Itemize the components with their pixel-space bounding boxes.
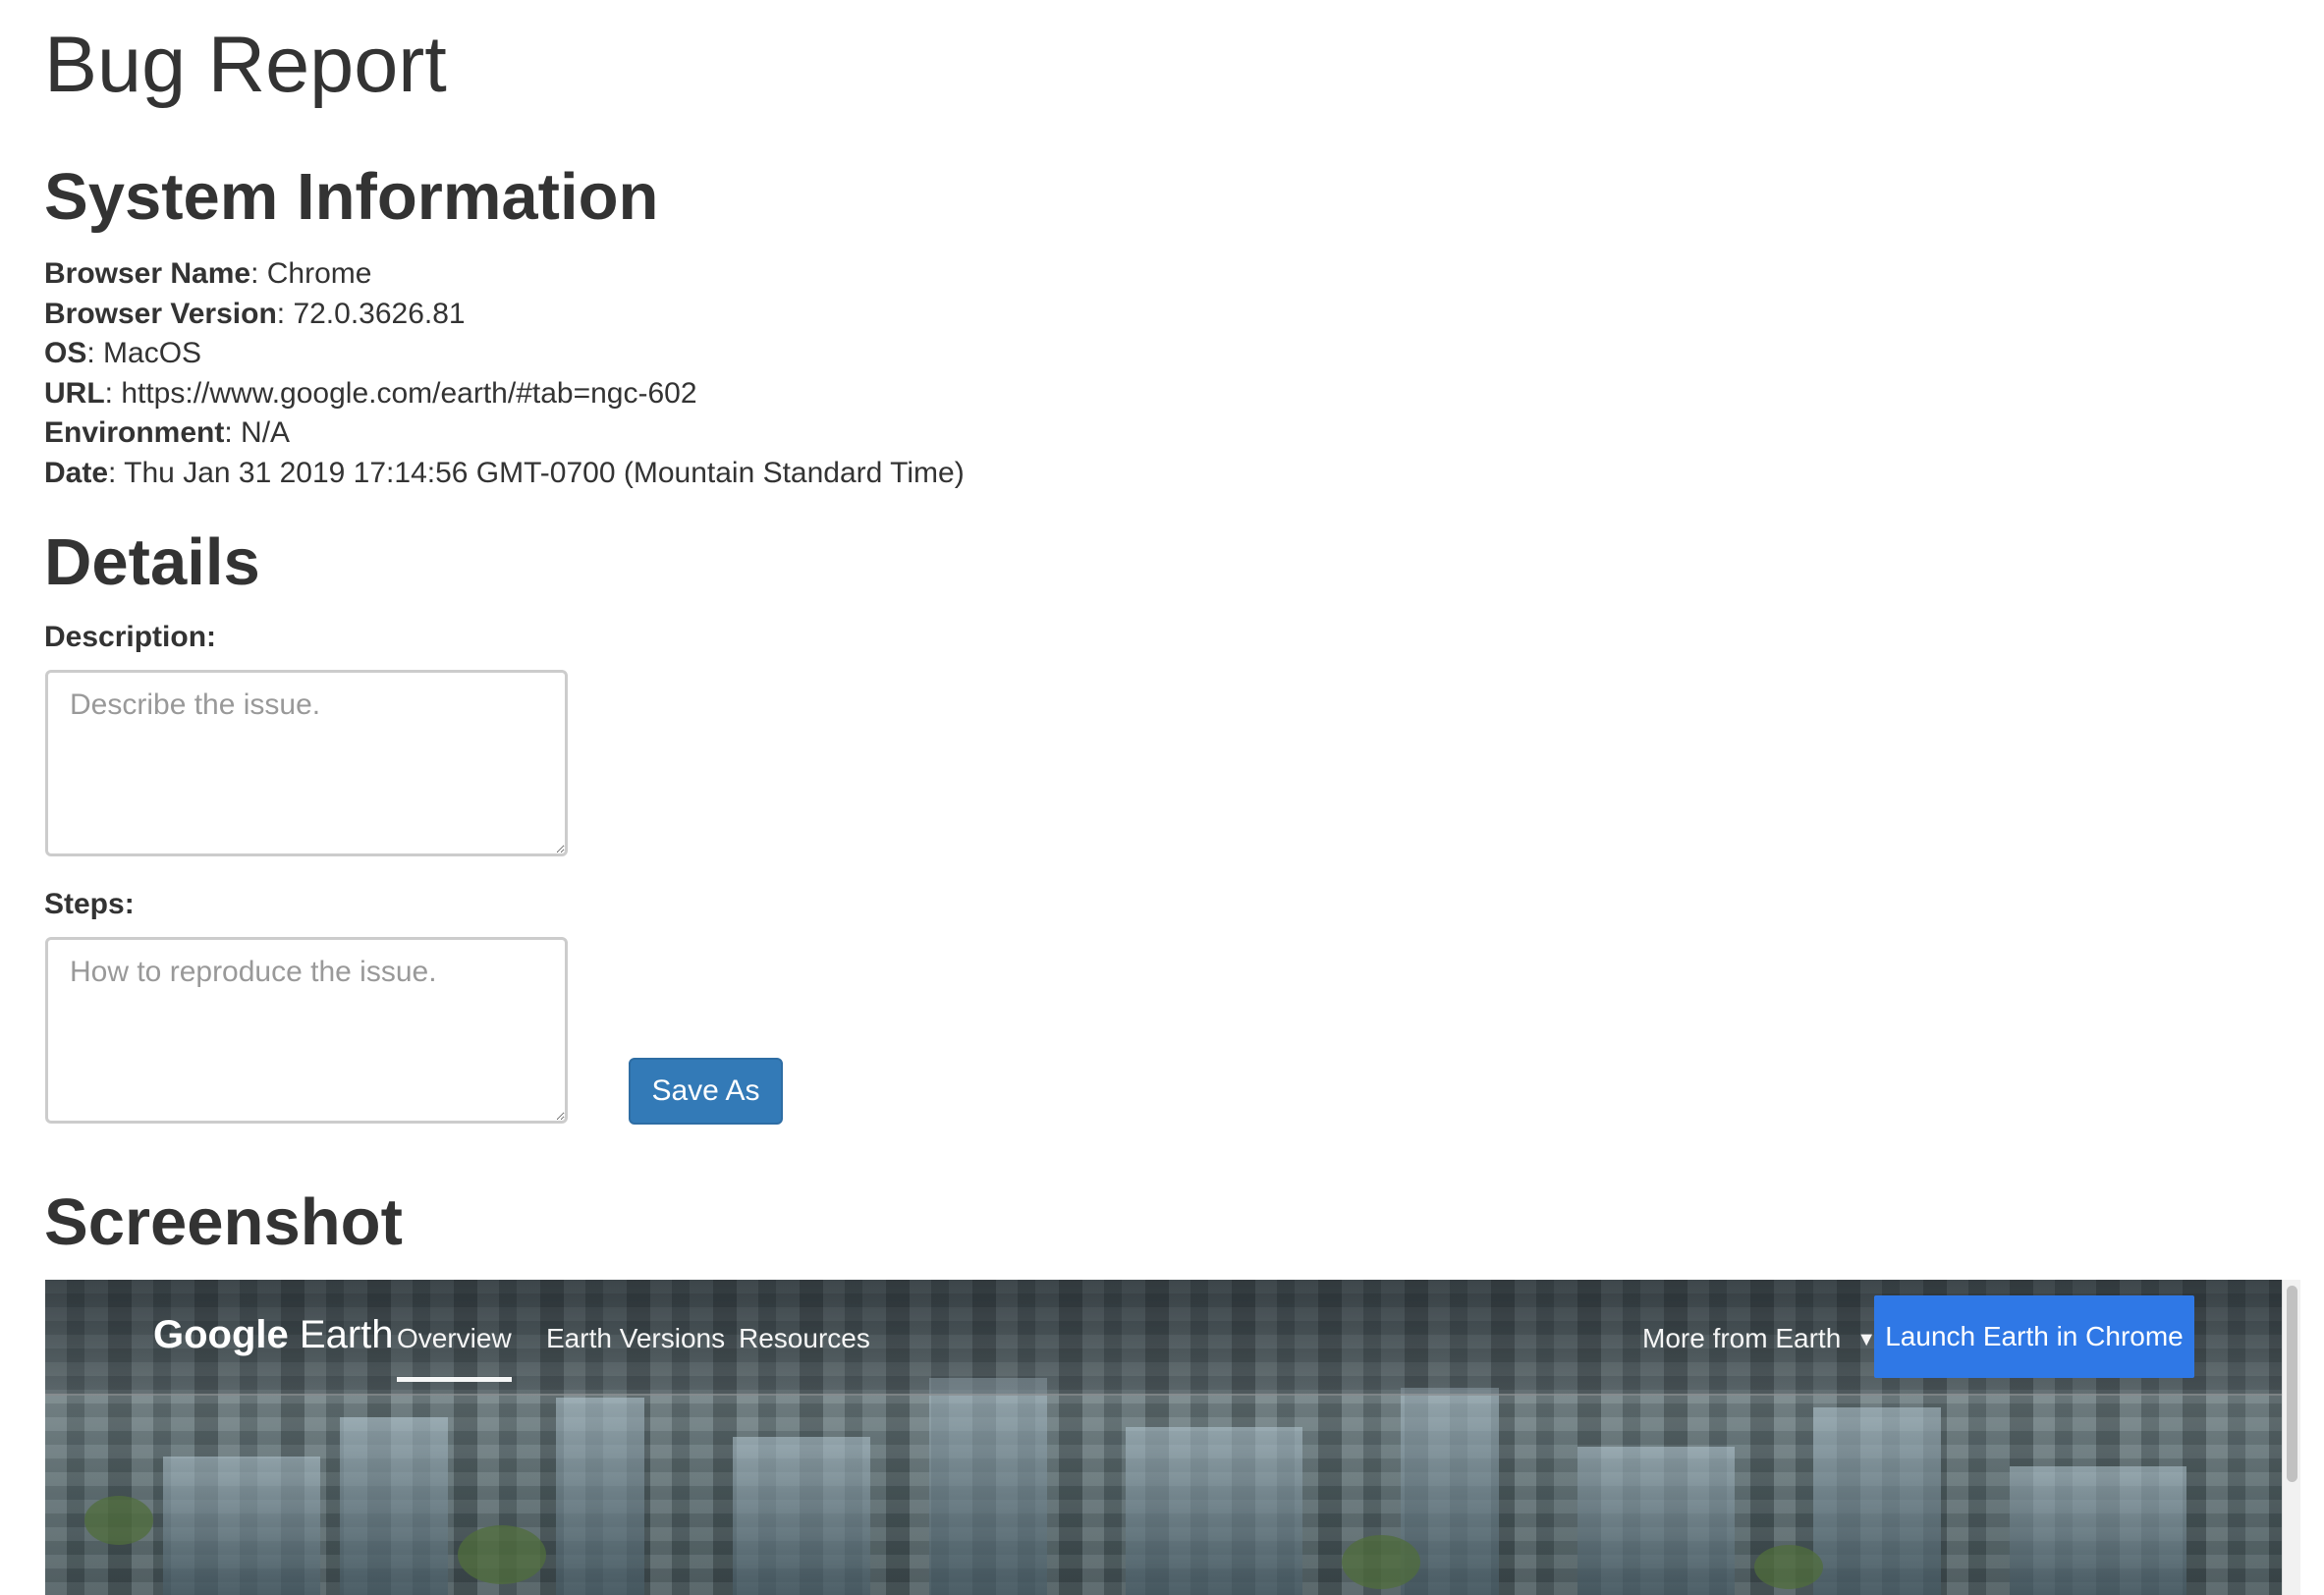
preview-nav-earth-versions: Earth Versions	[546, 1323, 726, 1353]
preview-nav-resources: Resources	[739, 1323, 870, 1353]
environment-value: N/A	[241, 416, 291, 449]
system-info-list: Browser Name: Chrome Browser Version: 72…	[44, 254, 965, 493]
logo-earth-text: Earth	[299, 1313, 394, 1356]
environment-label: Environment	[44, 416, 225, 449]
environment-row: Environment: N/A	[44, 416, 291, 449]
os-value: MacOS	[103, 337, 202, 369]
preview-launch-earth-button: Launch Earth in Chrome	[1874, 1295, 2194, 1378]
preview-nav-more-from-earth: More from Earth ▼	[1642, 1323, 1876, 1354]
os-row: OS: MacOS	[44, 337, 202, 369]
preview-nav-more-label: More from Earth	[1642, 1323, 1842, 1353]
screenshot-heading: Screenshot	[44, 1185, 403, 1259]
browser-name-label: Browser Name	[44, 257, 251, 290]
browser-version-label: Browser Version	[44, 297, 277, 330]
details-heading: Details	[44, 525, 260, 599]
browser-version-row: Browser Version: 72.0.3626.81	[44, 297, 466, 330]
url-label: URL	[44, 376, 105, 410]
date-label: Date	[44, 456, 109, 489]
description-textarea[interactable]	[45, 670, 568, 856]
os-label: OS	[44, 337, 87, 369]
url-row: URL: https://www.google.com/earth/#tab=n…	[44, 376, 697, 410]
screenshot-preview: Google Earth Overview Earth Versions Res…	[45, 1280, 2300, 1595]
description-label: Description:	[44, 621, 217, 653]
preview-scrollbar	[2282, 1280, 2300, 1595]
preview-nav-overview: Overview	[397, 1323, 512, 1382]
page-title: Bug Report	[44, 21, 447, 109]
browser-name-row: Browser Name: Chrome	[44, 257, 372, 290]
date-value: Thu Jan 31 2019 17:14:56 GMT-0700 (Mount…	[124, 456, 965, 489]
steps-label: Steps:	[44, 888, 135, 920]
preview-scrollbar-thumb	[2287, 1286, 2297, 1482]
active-tab-underline	[397, 1377, 512, 1382]
google-earth-logo: Google Earth	[153, 1313, 394, 1357]
preview-nav-overview-label: Overview	[397, 1323, 512, 1353]
date-row: Date: Thu Jan 31 2019 17:14:56 GMT-0700 …	[44, 456, 965, 489]
url-value: https://www.google.com/earth/#tab=ngc-60…	[121, 376, 697, 410]
browser-name-value: Chrome	[266, 257, 372, 290]
system-information-heading: System Information	[44, 160, 659, 234]
browser-version-value: 72.0.3626.81	[293, 297, 466, 330]
logo-google-text: Google	[153, 1313, 289, 1356]
save-as-button[interactable]: Save As	[629, 1058, 783, 1125]
steps-textarea[interactable]	[45, 937, 568, 1124]
